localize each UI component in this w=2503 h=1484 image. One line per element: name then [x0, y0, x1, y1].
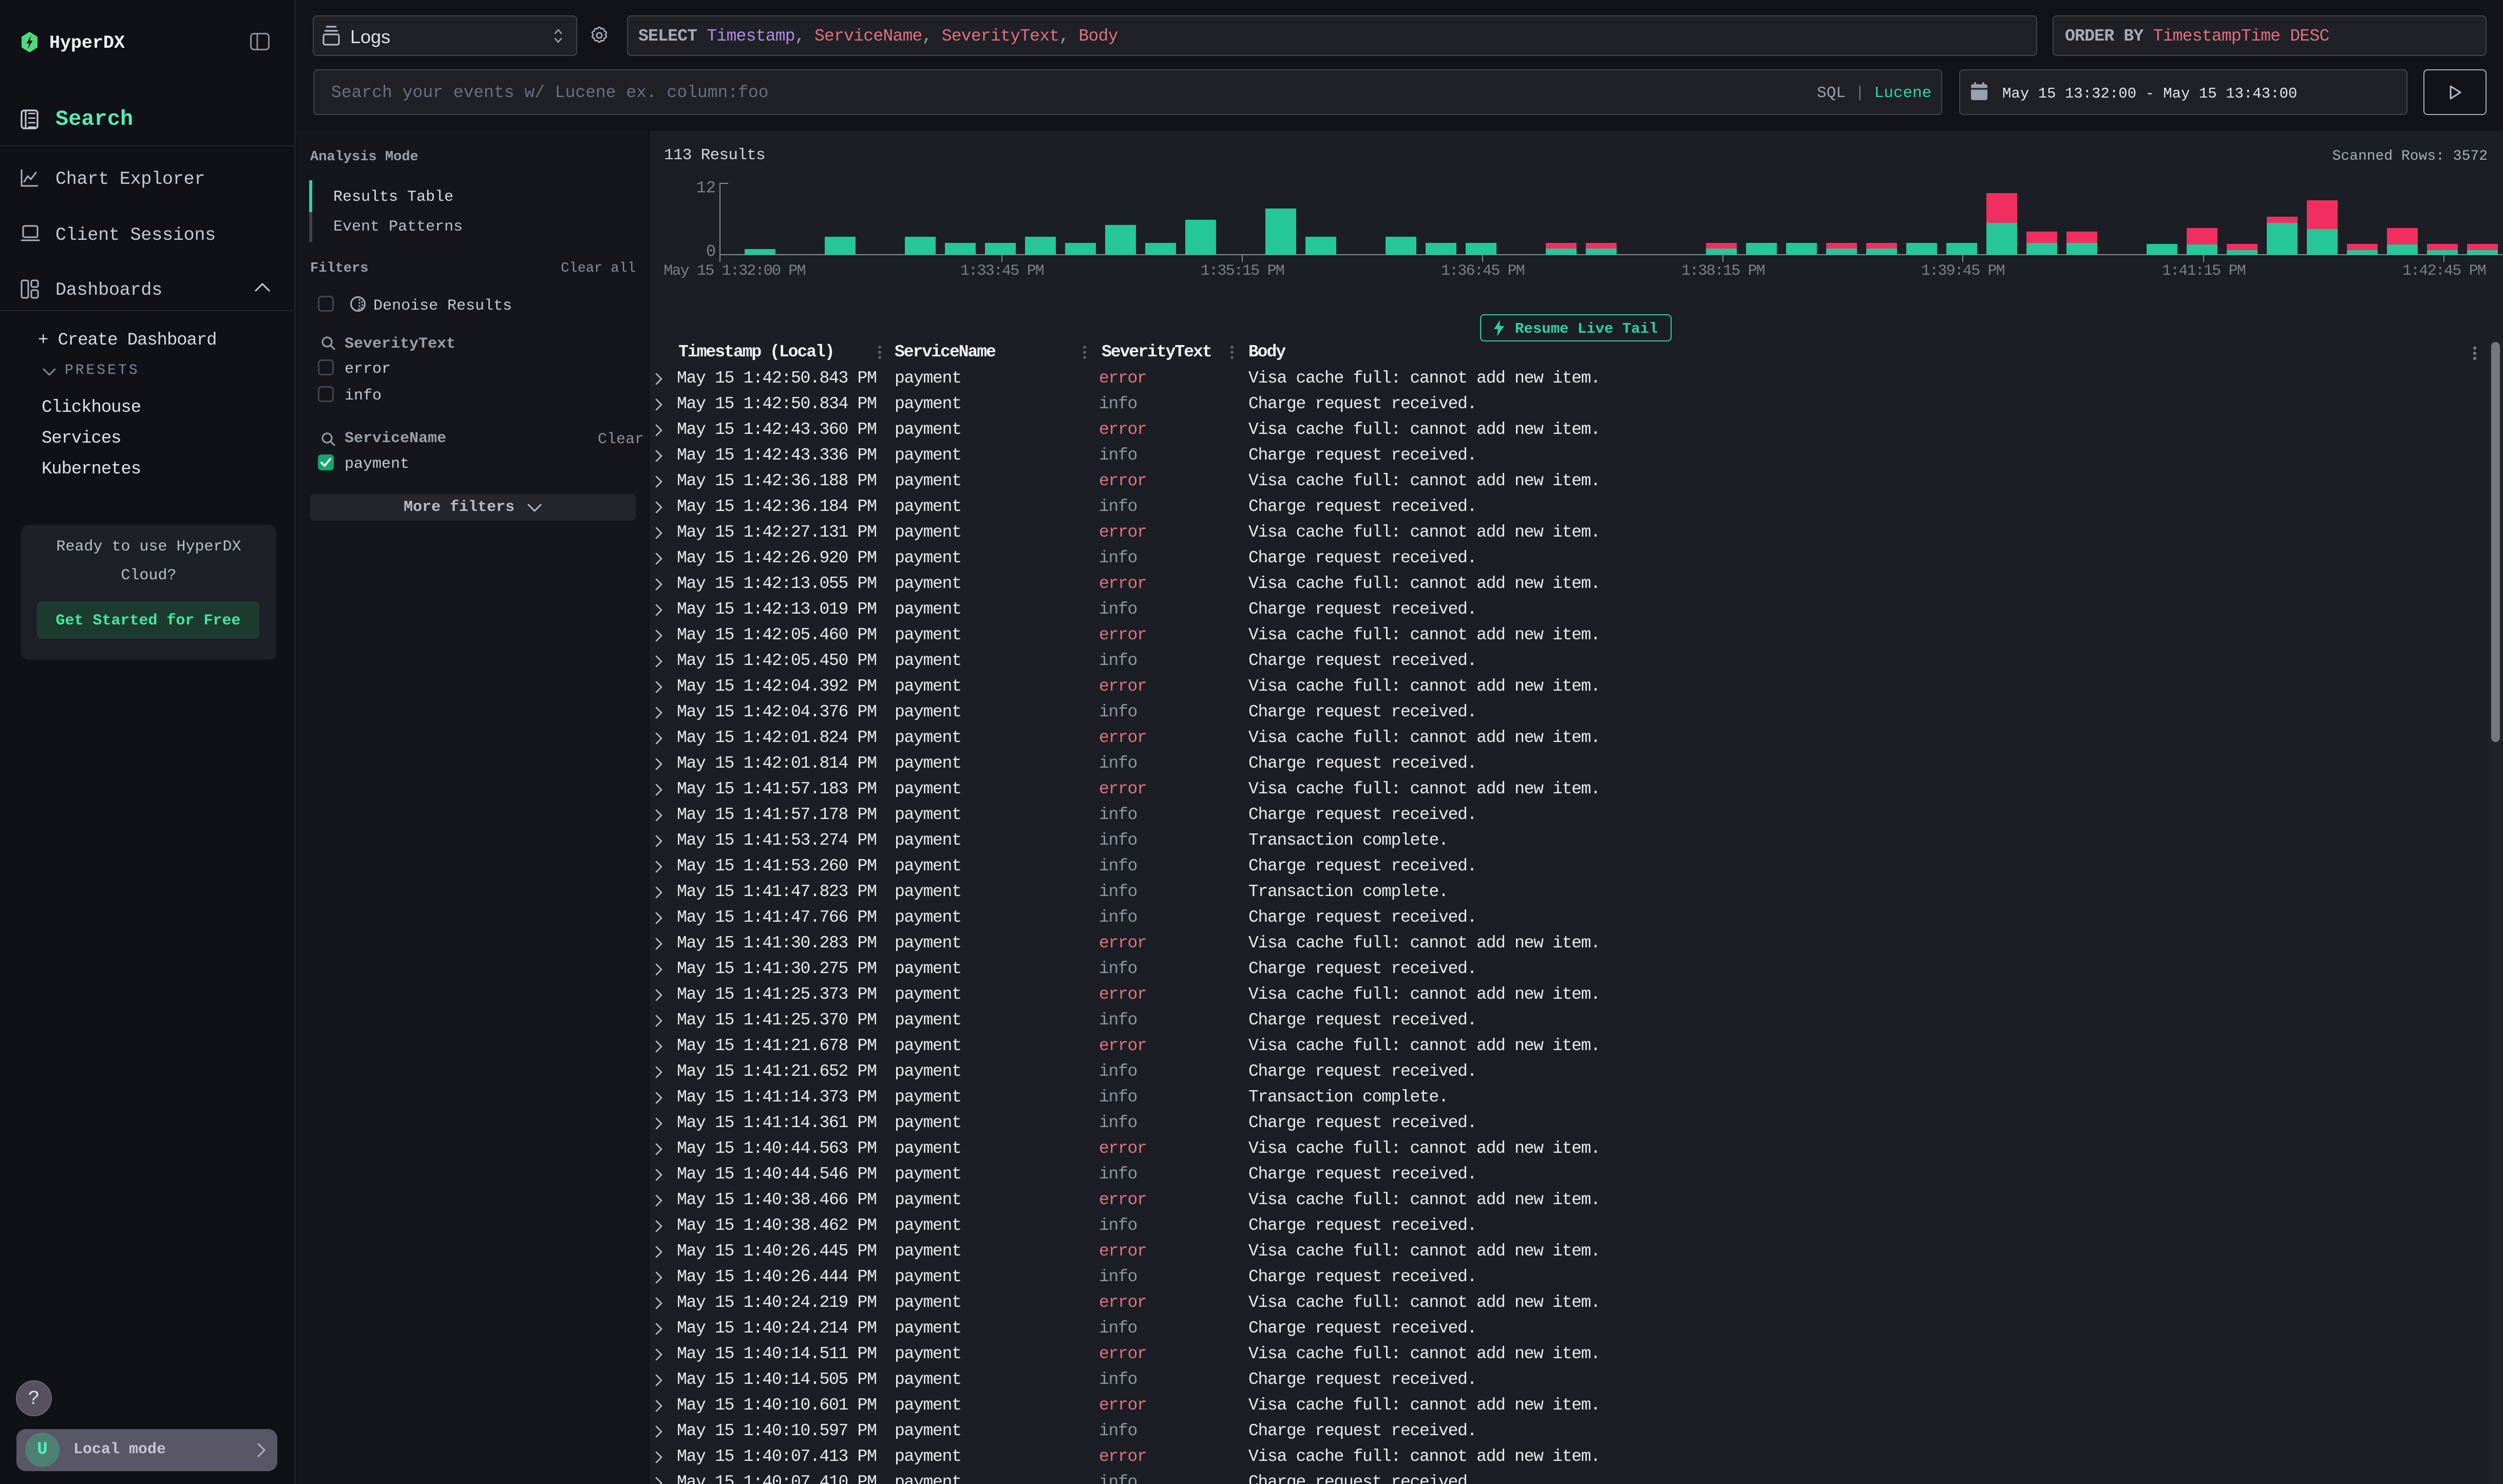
svg-text:1:41:15 PM: 1:41:15 PM: [2162, 262, 2246, 280]
svg-text:0: 0: [706, 242, 716, 261]
svg-text:1:38:15 PM: 1:38:15 PM: [1681, 262, 1765, 280]
svg-text:12: 12: [696, 179, 716, 198]
svg-text:May 15 1:32:00 PM: May 15 1:32:00 PM: [663, 262, 805, 280]
svg-text:1:39:45 PM: 1:39:45 PM: [1921, 262, 2005, 280]
svg-text:1:35:15 PM: 1:35:15 PM: [1201, 262, 1284, 280]
svg-text:1:42:45 PM: 1:42:45 PM: [2402, 262, 2486, 280]
svg-text:1:33:45 PM: 1:33:45 PM: [960, 262, 1044, 280]
svg-text:1:36:45 PM: 1:36:45 PM: [1441, 262, 1525, 280]
